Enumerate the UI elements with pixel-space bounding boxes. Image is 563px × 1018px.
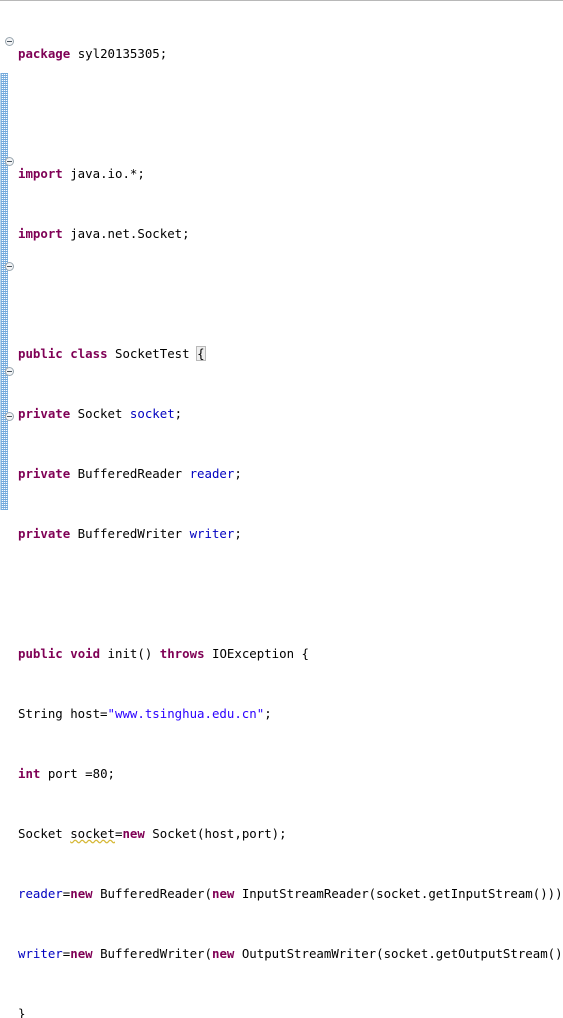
token-import-path: java.net.Socket; [62, 226, 190, 241]
token-string: "www.tsinghua.edu.cn" [107, 706, 265, 721]
collapse-icon[interactable] [5, 157, 14, 166]
token-keyword: public [18, 346, 63, 361]
collapse-icon[interactable] [5, 367, 14, 376]
token-keyword: new [70, 886, 93, 901]
collapse-icon[interactable] [5, 37, 14, 46]
code-line[interactable]: int port =80; [18, 766, 563, 781]
token-keyword: new [122, 826, 145, 841]
token-keyword: int [18, 766, 41, 781]
code-line[interactable]: private BufferedWriter writer; [18, 526, 563, 541]
code-line[interactable]: public void init() throws IOException { [18, 646, 563, 661]
token-field: writer [18, 946, 63, 961]
collapse-icon[interactable] [5, 262, 14, 271]
token-keyword: new [211, 886, 235, 901]
token-keyword: class [70, 346, 108, 361]
token-type: Socket [70, 406, 130, 421]
matching-brace-highlight: { [196, 346, 206, 361]
token-field: writer [189, 526, 235, 541]
token-field: reader [18, 886, 63, 901]
token-type: BufferedReader [70, 466, 190, 481]
code-editor-pane[interactable]: package syl20135305; import java.io.*; i… [0, 0, 563, 1018]
code-line[interactable]: package syl20135305; [18, 46, 563, 61]
token-class-name: SocketTest [107, 346, 198, 361]
token-keyword: private [18, 526, 71, 541]
source-code-text[interactable]: package syl20135305; import java.io.*; i… [18, 1, 563, 1018]
change-marker-bar[interactable] [1, 73, 8, 510]
token-method-name: init() [100, 646, 160, 661]
code-line[interactable]: private Socket socket; [18, 406, 563, 421]
token-keyword: throws [159, 646, 205, 661]
token-package-name: syl20135305; [77, 46, 168, 61]
code-line[interactable]: reader=new BufferedReader(new InputStrea… [18, 886, 563, 901]
token-keyword: import [18, 166, 63, 181]
token-keyword: new [211, 946, 235, 961]
code-line-blank[interactable] [18, 586, 563, 601]
token-import-path: java.io.*; [62, 166, 145, 181]
code-line[interactable]: private BufferedReader reader; [18, 466, 563, 481]
code-line[interactable]: String host="www.tsinghua.edu.cn"; [18, 706, 563, 721]
token-keyword: private [18, 466, 71, 481]
token-keyword: import [18, 226, 63, 241]
code-line[interactable]: import java.io.*; [18, 166, 563, 181]
token-keyword: void [70, 646, 101, 661]
code-line[interactable]: writer=new BufferedWriter(new OutputStre… [18, 946, 563, 961]
code-line[interactable]: import java.net.Socket; [18, 226, 563, 241]
token-keyword: public [18, 646, 63, 661]
token-brace: } [18, 1006, 26, 1018]
token-keyword: new [70, 946, 93, 961]
token-field: reader [189, 466, 235, 481]
code-line-blank[interactable] [18, 286, 563, 301]
token-field: socket [129, 406, 175, 421]
collapse-icon[interactable] [5, 412, 14, 421]
token-keyword: package [18, 46, 71, 61]
code-line[interactable]: Socket socket=new Socket(host,port); [18, 826, 563, 841]
token-type: BufferedWriter [70, 526, 190, 541]
token-keyword: private [18, 406, 71, 421]
code-line[interactable]: public class SocketTest { [18, 346, 563, 361]
token-unused-local-warning: socket [70, 826, 115, 841]
fold-gutter[interactable] [0, 1, 17, 510]
code-line[interactable]: } [18, 1006, 563, 1018]
code-line-blank[interactable] [18, 106, 563, 121]
